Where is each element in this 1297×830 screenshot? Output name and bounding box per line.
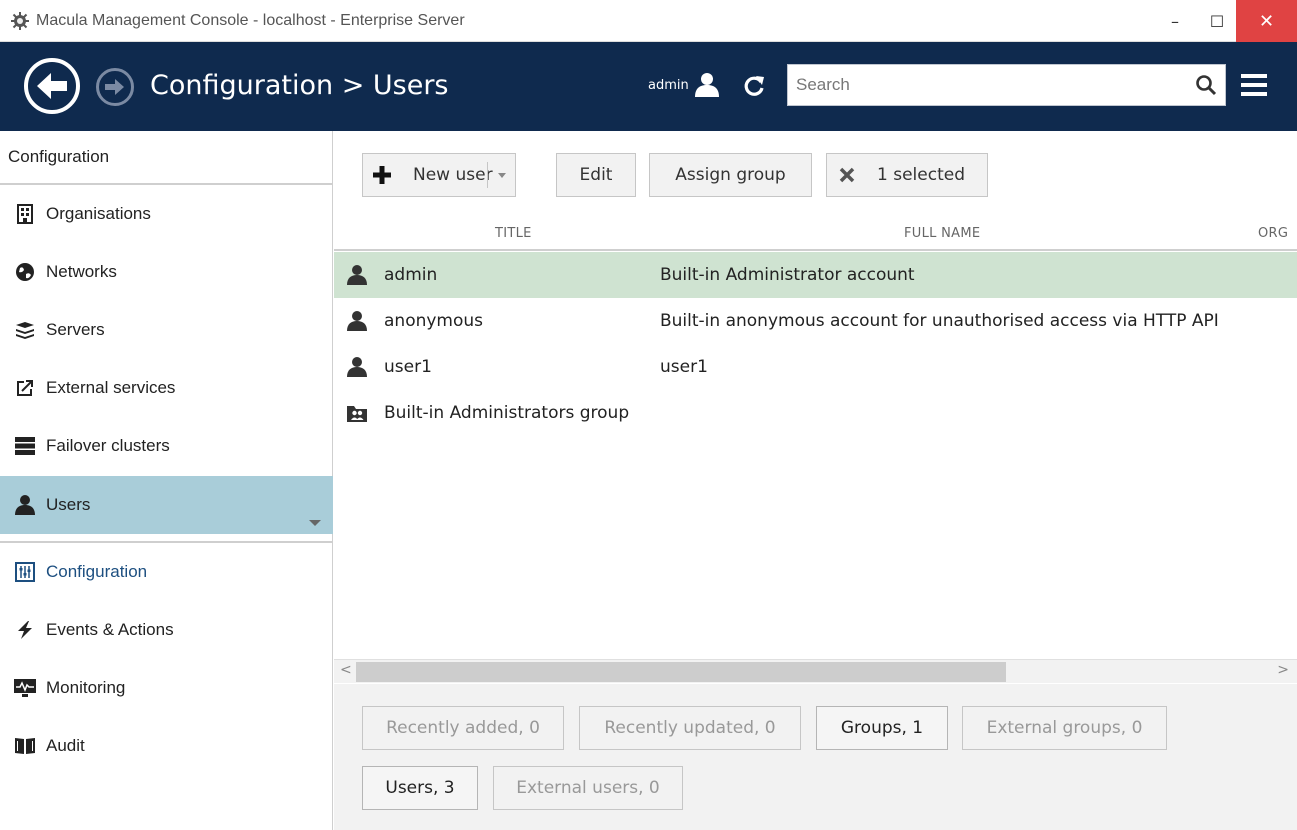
filter-recently-added[interactable]: Recently added, 0 xyxy=(362,706,564,750)
main-panel: New user Edit Assign group 1 selected TI… xyxy=(334,131,1297,830)
row-title: anonymous xyxy=(384,311,484,331)
minimize-button[interactable]: – xyxy=(1152,0,1198,42)
sidebar-item-label: Servers xyxy=(46,320,105,339)
sidebar-item-label: Organisations xyxy=(46,204,151,223)
globe-icon xyxy=(14,261,36,283)
filter-external-users[interactable]: External users, 0 xyxy=(493,766,683,810)
forward-button[interactable] xyxy=(96,68,134,106)
arrow-right-icon xyxy=(105,79,124,95)
sidebar-header: Configuration xyxy=(0,131,333,185)
hamburger-menu-icon[interactable] xyxy=(1241,74,1267,96)
refresh-icon[interactable] xyxy=(742,74,766,98)
search-box xyxy=(787,64,1226,106)
user-icon xyxy=(14,494,36,516)
row-full-name: Built-in Administrator account xyxy=(660,265,915,285)
table-row[interactable]: user1 user1 xyxy=(334,344,1297,390)
maximize-button[interactable]: ☐ xyxy=(1194,0,1240,42)
sidebar-item-label: Users xyxy=(46,495,91,514)
sidebar-section-configuration[interactable]: Configuration xyxy=(0,543,333,601)
sidebar-section-label: Events & Actions xyxy=(46,620,174,639)
scroll-right-icon[interactable]: > xyxy=(1277,662,1289,678)
servers-stack-icon xyxy=(14,319,36,341)
lightning-icon xyxy=(14,619,36,641)
window-titlebar: Macula Management Console - localhost - … xyxy=(0,0,1297,42)
scrollbar-thumb[interactable] xyxy=(356,662,1006,682)
column-divider xyxy=(334,249,1297,251)
dropdown-arrow-icon[interactable] xyxy=(498,173,506,178)
sidebar-section-monitoring[interactable]: Monitoring xyxy=(0,659,333,717)
current-user-name[interactable]: admin xyxy=(648,78,689,93)
button-separator xyxy=(487,162,488,188)
breadcrumb: Configuration > Users xyxy=(150,70,449,101)
monitor-pulse-icon xyxy=(14,677,36,699)
sidebar-item-failover-clusters[interactable]: Failover clusters xyxy=(0,417,333,475)
scroll-left-icon[interactable]: < xyxy=(340,662,352,678)
sidebar-item-users[interactable]: Users xyxy=(0,476,333,534)
clear-selection-button[interactable]: 1 selected xyxy=(826,153,988,197)
external-link-icon xyxy=(14,377,36,399)
search-icon[interactable] xyxy=(1195,74,1217,96)
sidebar-item-external-services[interactable]: External services xyxy=(0,359,333,417)
caret-down-icon[interactable] xyxy=(309,520,321,526)
column-header-org[interactable]: ORG xyxy=(1258,226,1288,241)
app-header: Configuration > Users admin xyxy=(0,42,1297,131)
sidebar-item-label: Networks xyxy=(46,262,117,281)
horizontal-scrollbar[interactable]: < > xyxy=(334,659,1297,683)
user-icon[interactable] xyxy=(694,72,720,98)
row-full-name: Built-in anonymous account for unauthori… xyxy=(660,311,1219,331)
plus-icon xyxy=(373,166,391,184)
cluster-icon xyxy=(14,435,36,457)
window-title: Macula Management Console - localhost - … xyxy=(36,12,465,29)
sidebar: Configuration Organisations Networks Ser… xyxy=(0,131,333,830)
edit-button[interactable]: Edit xyxy=(556,153,636,197)
column-header-full-name[interactable]: FULL NAME xyxy=(904,226,980,241)
toolbar: New user Edit Assign group 1 selected xyxy=(334,131,1297,215)
sliders-icon xyxy=(14,561,36,583)
sidebar-section-label: Configuration xyxy=(46,562,148,581)
sidebar-section-events-actions[interactable]: Events & Actions xyxy=(0,601,333,659)
table-row[interactable]: anonymous Built-in anonymous account for… xyxy=(334,298,1297,344)
book-icon xyxy=(14,735,36,757)
new-user-button[interactable]: New user xyxy=(362,153,516,197)
group-icon xyxy=(347,406,367,422)
column-header-title[interactable]: TITLE xyxy=(495,226,532,241)
filter-groups[interactable]: Groups, 1 xyxy=(816,706,948,750)
building-icon xyxy=(14,203,36,225)
search-input[interactable] xyxy=(788,65,1168,105)
filter-panel: Recently added, 0 Recently updated, 0 Gr… xyxy=(334,684,1297,830)
filter-users[interactable]: Users, 3 xyxy=(362,766,478,810)
selected-count: 1 selected xyxy=(877,165,965,185)
filter-recently-updated[interactable]: Recently updated, 0 xyxy=(579,706,801,750)
filter-external-groups[interactable]: External groups, 0 xyxy=(962,706,1167,750)
close-icon xyxy=(839,167,855,183)
row-title: user1 xyxy=(384,357,432,377)
user-icon xyxy=(347,357,367,377)
row-full-name: user1 xyxy=(660,357,708,377)
sidebar-section-audit[interactable]: Audit xyxy=(0,717,333,775)
sidebar-item-label: Failover clusters xyxy=(46,436,170,455)
row-title: Built-in Administrators group xyxy=(384,403,630,423)
table-row[interactable]: Built-in Administrators group xyxy=(334,390,1297,436)
sidebar-section-label: Monitoring xyxy=(46,678,126,697)
assign-group-button[interactable]: Assign group xyxy=(649,153,812,197)
sidebar-item-networks[interactable]: Networks xyxy=(0,243,333,301)
user-icon xyxy=(347,265,367,285)
sidebar-item-label: External services xyxy=(46,378,176,397)
arrow-left-icon xyxy=(37,73,67,99)
row-title: admin xyxy=(384,265,438,285)
app-logo-icon xyxy=(11,12,29,30)
table-row[interactable]: admin Built-in Administrator account xyxy=(334,252,1297,298)
sidebar-section-label: Audit xyxy=(46,736,85,755)
sidebar-section-title: Configuration xyxy=(8,147,110,166)
close-button[interactable]: ✕ xyxy=(1236,0,1297,42)
sidebar-item-servers[interactable]: Servers xyxy=(0,301,333,359)
sidebar-item-organisations[interactable]: Organisations xyxy=(0,185,333,243)
back-button[interactable] xyxy=(24,58,80,114)
new-user-label: New user xyxy=(413,165,493,185)
user-icon xyxy=(347,311,367,331)
